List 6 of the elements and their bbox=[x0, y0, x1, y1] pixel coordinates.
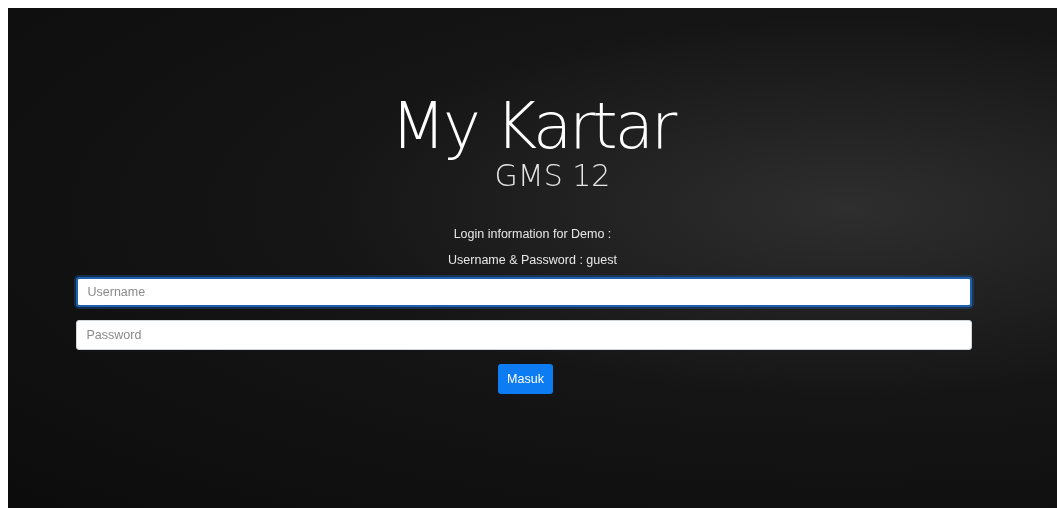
demo-info-text: Login information for Demo : bbox=[453, 226, 612, 243]
demo-info-text: Username & Password : guest bbox=[448, 252, 617, 269]
submit-button[interactable]: Masuk bbox=[498, 364, 553, 394]
logo-title: My Kartar bbox=[390, 94, 675, 158]
input-field[interactable]: Username bbox=[75, 277, 972, 307]
logo-subtitle: GMS 12 bbox=[494, 160, 611, 192]
